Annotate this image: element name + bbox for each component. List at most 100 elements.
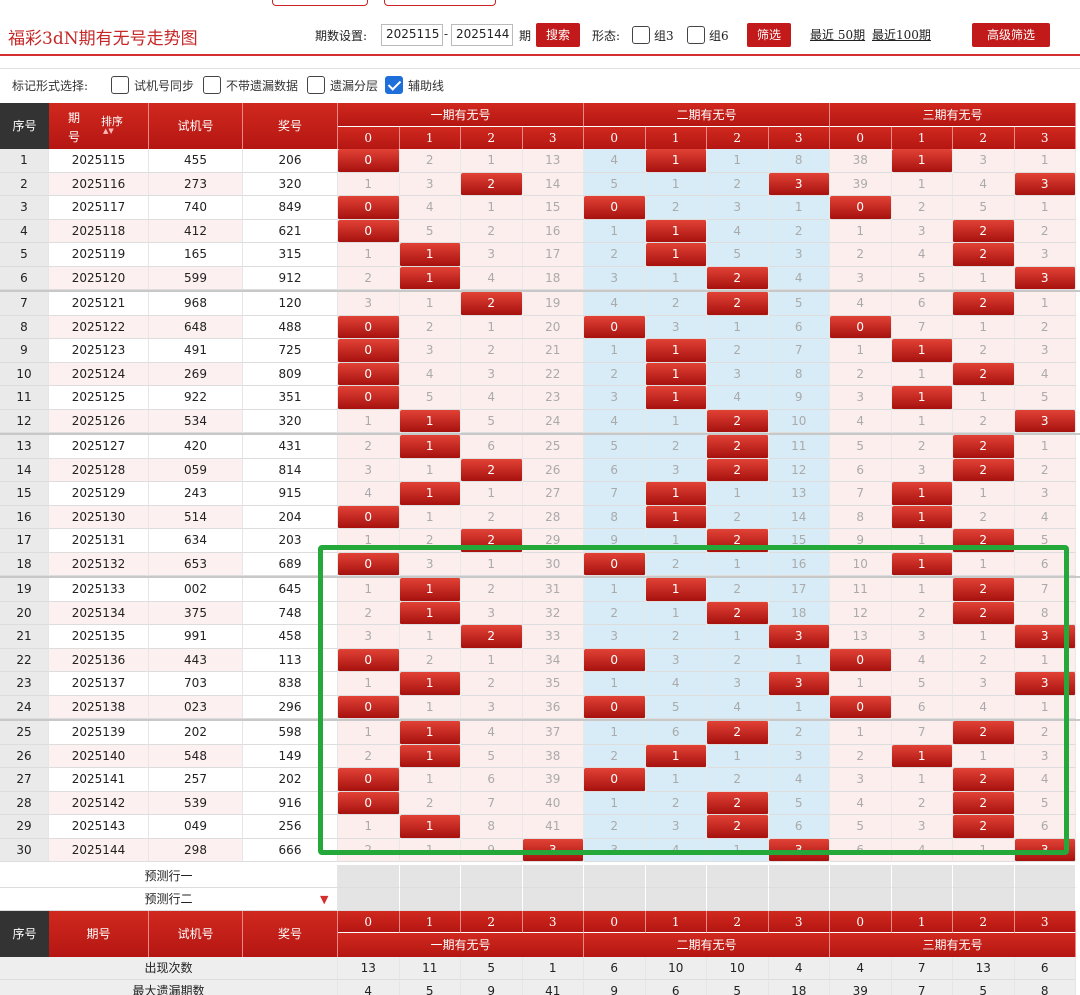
advanced-filter-button[interactable]: 高级筛选 [972,23,1050,47]
omission-cell: 3 [399,339,461,363]
guide-line-checkbox[interactable] [385,76,403,94]
omission-cell: 1 [768,196,830,220]
omission-cell: 2 [830,243,892,267]
trend-page: 福彩3dN期有无号走势图 期数设置: 2025115 - 2025144 期 搜… [0,0,1080,995]
stats-cell: 13 [338,957,400,980]
omission-cell: 26 [522,458,584,482]
omission-cell: 4 [830,409,892,433]
period-to-input[interactable]: 2025144 [451,24,513,46]
omission-cell: 5 [584,435,646,459]
hit-marker: 1 [399,409,461,433]
period-header: 期号 排序 ▲▼ [49,103,149,149]
row-prize: 315 [243,243,338,267]
omission-layer-label: 遗漏分层 [330,79,379,93]
omission-cell: 2 [707,339,769,363]
no-omission-label: 不带遗漏数据 [226,79,299,93]
hit-marker: 0 [338,339,400,363]
omission-cell: 3 [1014,243,1076,267]
row-trial: 653 [149,552,243,576]
hit-marker: 1 [645,386,707,410]
sub-header: 3 [1014,127,1076,149]
row-period: 2025134 [49,601,149,625]
row-seq: 6 [0,266,49,290]
omission-cell: 19 [522,292,584,316]
omission-cell: 24 [522,409,584,433]
omission-cell: 5 [953,196,1015,220]
hit-marker: 2 [953,458,1015,482]
recent-100-link[interactable]: 最近100期 [872,26,931,43]
omission-cell: 2 [953,505,1015,529]
row-prize: 351 [243,386,338,410]
row-prize: 814 [243,458,338,482]
row-period: 2025124 [49,362,149,386]
row-period: 2025115 [49,149,149,173]
row-seq: 4 [0,219,49,243]
omission-cell: 4 [707,219,769,243]
sub-header: 1 [399,127,461,149]
no-omission-checkbox[interactable] [203,76,221,94]
hit-marker: 0 [338,386,400,410]
row-seq: 20 [0,601,49,625]
hit-marker: 1 [645,243,707,267]
predict-cell [830,888,892,911]
search-button[interactable]: 搜索 [536,23,580,47]
stats-cell: 18 [768,980,830,995]
trial-sync-checkbox[interactable] [111,76,129,94]
omission-cell: 5 [707,243,769,267]
omission-cell: 4 [830,292,892,316]
row-trial: 634 [149,529,243,553]
sub-header: 1 [645,127,707,149]
footer-seq-header: 序号 [0,911,49,957]
row-period: 2025139 [49,721,149,745]
omission-cell: 4 [953,172,1015,196]
row-period: 2025142 [49,791,149,815]
stats-cell: 7 [891,980,953,995]
header-bar: 福彩3dN期有无号走势图 期数设置: 2025115 - 2025144 期 搜… [0,14,1080,56]
hit-marker: 1 [645,505,707,529]
hit-marker: 2 [461,292,523,316]
row-period: 2025127 [49,435,149,459]
zu3-checkbox[interactable] [632,26,650,44]
row-trial: 968 [149,292,243,316]
seq-header: 序号 [0,103,49,149]
filter-button[interactable]: 筛选 [747,23,791,47]
omission-cell: 2 [768,219,830,243]
hit-marker: 3 [768,172,830,196]
footer-prize-header: 奖号 [243,911,338,957]
sub-header: 3 [522,127,584,149]
arrow-down-icon[interactable]: ▼ [320,893,328,906]
row-period: 2025118 [49,219,149,243]
hit-marker: 2 [953,219,1015,243]
stats-cell: 10 [707,957,769,980]
omission-cell: 4 [399,362,461,386]
omission-cell: 1 [645,266,707,290]
omission-cell: 3 [830,266,892,290]
omission-layer-checkbox[interactable] [307,76,325,94]
recent-50-link[interactable]: 最近 50期 [810,26,865,43]
omission-cell: 1 [399,458,461,482]
omission-cell: 9 [768,386,830,410]
row-trial: 273 [149,172,243,196]
zu3-label: 组3 [654,29,674,43]
stats-cell: 6 [1014,957,1076,980]
period-from-input[interactable]: 2025115 [381,24,443,46]
sub-header: 0 [830,127,892,149]
hit-marker: 2 [953,362,1015,386]
row-trial: 548 [149,744,243,768]
page-title: 福彩3dN期有无号走势图 [8,29,198,49]
row-seq: 26 [0,744,49,768]
top-tab-button[interactable] [272,0,368,6]
row-seq: 2 [0,172,49,196]
sort-arrows-icon[interactable]: ▲▼ [103,127,114,135]
row-trial: 059 [149,458,243,482]
zu6-checkbox[interactable] [687,26,705,44]
omission-cell: 8 [768,362,830,386]
predict-cell [338,888,400,911]
omission-cell: 1 [461,149,523,173]
omission-cell: 18 [522,266,584,290]
predict-cell [584,888,646,911]
row-prize: 320 [243,172,338,196]
top-tab-button[interactable] [384,0,496,6]
row-prize: 621 [243,219,338,243]
omission-cell: 3 [584,386,646,410]
